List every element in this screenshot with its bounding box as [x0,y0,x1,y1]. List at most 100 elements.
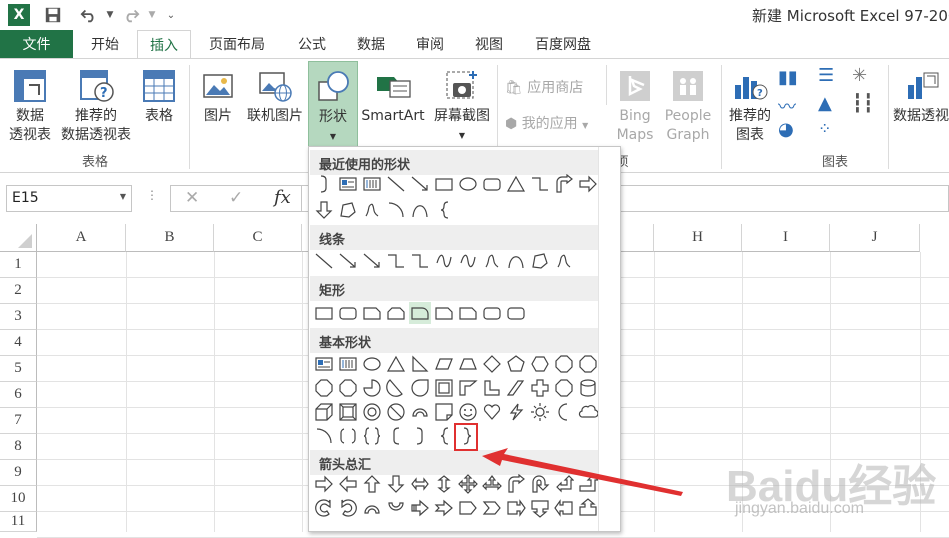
shape-option[interactable] [457,353,479,375]
shape-option[interactable] [457,401,479,423]
row-header-10[interactable]: 10 [0,486,37,512]
row-header-7[interactable]: 7 [0,408,37,434]
shape-option[interactable] [385,250,407,272]
row-header-1[interactable]: 1 [0,252,37,278]
shape-option[interactable] [433,473,455,495]
row-header-8[interactable]: 8 [0,434,37,460]
row-header-5[interactable]: 5 [0,356,37,382]
shape-option[interactable] [337,302,359,324]
shape-option[interactable] [529,173,551,195]
shape-option[interactable] [505,302,527,324]
shape-option[interactable] [385,173,407,195]
shape-option[interactable] [385,302,407,324]
name-box[interactable]: E15 ▼ [6,185,132,212]
shape-option[interactable] [409,199,431,221]
shape-option[interactable] [553,401,575,423]
shape-option[interactable] [481,302,503,324]
shape-option[interactable] [361,353,383,375]
shape-option[interactable] [553,353,575,375]
shape-option[interactable] [433,250,455,272]
online-picture-button[interactable]: 联机图片 [242,67,308,126]
row-header-4[interactable]: 4 [0,330,37,356]
picture-button[interactable]: 图片 [196,67,240,126]
pie-chart-icon[interactable]: ◕ [778,119,794,140]
shape-option[interactable] [409,473,431,495]
shape-option[interactable] [553,377,575,399]
shape-option[interactable] [433,401,455,423]
redo-icon[interactable] [120,4,142,26]
shape-option[interactable] [433,353,455,375]
tab-home[interactable]: 开始 [78,30,132,58]
shape-option[interactable] [385,473,407,495]
screenshot-button[interactable]: 屏幕截图 ▼ [428,67,496,145]
undo-icon[interactable] [78,4,100,26]
name-box-dropdown-icon[interactable]: ▼ [120,192,126,201]
shape-option[interactable] [385,199,407,221]
tab-insert[interactable]: 插入 [137,30,191,59]
shape-option[interactable] [313,401,335,423]
shape-option[interactable] [505,353,527,375]
shape-option[interactable] [433,497,455,519]
shape-option[interactable] [553,173,575,195]
shape-option[interactable] [337,473,359,495]
shape-option[interactable] [409,497,431,519]
shape-option[interactable] [313,199,335,221]
tab-data[interactable]: 数据 [343,30,399,58]
radar-chart-icon[interactable]: ✳ [852,65,867,86]
shape-option[interactable] [409,353,431,375]
shape-option[interactable] [409,173,431,195]
stock-chart-icon[interactable]: ┇┇ [852,93,874,114]
row-header-2[interactable]: 2 [0,278,37,304]
shape-option[interactable] [337,250,359,272]
column-header-j[interactable]: J [830,224,920,252]
shape-option[interactable] [409,302,431,324]
column-header-b[interactable]: B [126,224,214,252]
shape-option[interactable] [505,401,527,423]
shape-option[interactable] [361,173,383,195]
shape-option[interactable] [361,377,383,399]
shape-option[interactable] [337,353,359,375]
shape-option[interactable] [457,497,479,519]
shape-option[interactable] [481,497,503,519]
shape-option[interactable] [457,473,479,495]
shape-option[interactable] [529,353,551,375]
customize-toolbar-icon[interactable]: ⌄ [160,4,182,26]
shape-option[interactable] [577,377,599,399]
shape-option[interactable] [577,353,599,375]
shape-option[interactable] [481,401,503,423]
shape-option[interactable] [433,199,455,221]
shape-option[interactable] [457,250,479,272]
shape-option[interactable] [433,377,455,399]
shape-option[interactable] [361,425,383,447]
shapes-button[interactable]: 形状 ▼ [308,61,358,151]
shape-option[interactable] [337,199,359,221]
tab-view[interactable]: 视图 [461,30,517,58]
tab-formulas[interactable]: 公式 [284,30,340,58]
shape-option[interactable] [313,425,335,447]
tab-review[interactable]: 审阅 [402,30,458,58]
shape-option[interactable] [313,497,335,519]
shape-option[interactable] [337,401,359,423]
shape-option[interactable] [457,173,479,195]
shape-option[interactable] [529,401,551,423]
shape-option[interactable] [361,473,383,495]
shape-option[interactable] [433,302,455,324]
shape-option[interactable] [577,401,599,423]
shape-option[interactable] [433,173,455,195]
shape-option[interactable] [313,173,335,195]
shape-option[interactable] [361,401,383,423]
recommended-pivot-button[interactable]: ? 推荐的 数据透视表 [56,67,136,145]
row-header-9[interactable]: 9 [0,460,37,486]
shape-option[interactable] [409,425,431,447]
my-apps-button[interactable]: ⬢ 我的应用 ▼ [505,113,588,133]
cancel-icon[interactable]: ✕ [185,188,199,208]
column-header-a[interactable]: A [37,224,126,252]
people-graph-button[interactable]: People Graph [658,67,718,145]
column-header-i[interactable]: I [742,224,830,252]
scatter-chart-icon[interactable]: ⁘ [818,119,831,138]
shape-option[interactable] [505,173,527,195]
shape-option[interactable] [409,250,431,272]
shape-option[interactable] [505,377,527,399]
shape-option[interactable] [385,353,407,375]
shape-option[interactable] [385,401,407,423]
